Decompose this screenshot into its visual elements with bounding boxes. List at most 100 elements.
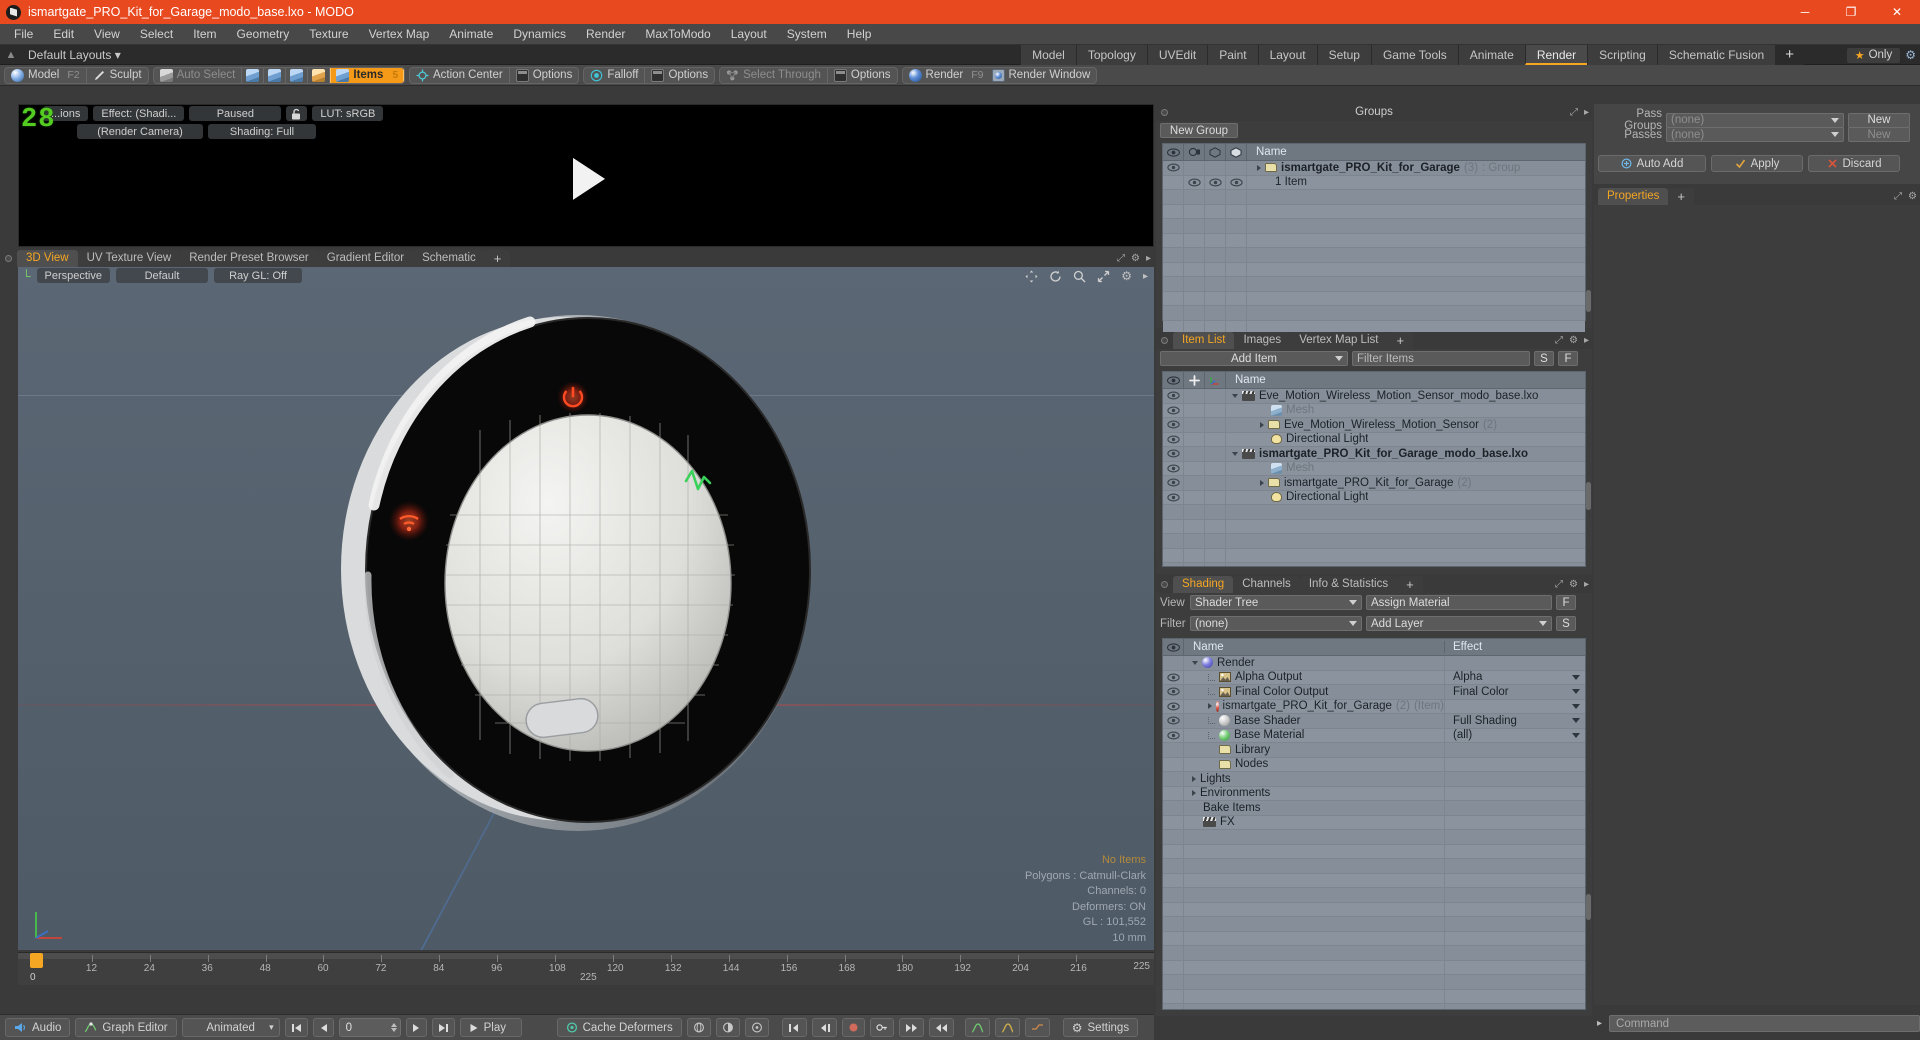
shading-scrollbar[interactable]: [1586, 894, 1591, 920]
shader-effect-cell[interactable]: Alpha: [1444, 670, 1585, 684]
shader-visibility-toggle[interactable]: [1163, 699, 1184, 713]
expand-triangle-icon[interactable]: [1257, 164, 1261, 171]
shader-effect-cell[interactable]: [1444, 699, 1585, 713]
item-transform-toggle[interactable]: [1205, 476, 1226, 490]
shader-visibility-toggle[interactable]: [1163, 685, 1184, 699]
menu-item-help[interactable]: Help: [837, 24, 882, 45]
item-list-row[interactable]: Eve_Motion_Wireless_Motion_Sensor_modo_b…: [1163, 389, 1585, 404]
chevron-right-icon[interactable]: ▸: [1143, 271, 1148, 282]
chevron-right-icon[interactable]: ▸: [1584, 579, 1589, 590]
expand-icon[interactable]: ⤢: [1894, 191, 1902, 202]
default-layouts-menu[interactable]: Default Layouts ▾: [22, 48, 127, 62]
shader-effect-cell[interactable]: [1444, 786, 1585, 800]
shader-effect-cell[interactable]: [1444, 815, 1585, 829]
menu-item-render[interactable]: Render: [576, 24, 635, 45]
frame-spinner[interactable]: [390, 1023, 397, 1032]
auto-add-button[interactable]: Auto Add: [1598, 155, 1706, 172]
add-layout-tab-button[interactable]: +: [1775, 45, 1804, 65]
add-layer-dropdown[interactable]: Add Layer: [1366, 616, 1552, 631]
go-to-start-button[interactable]: [284, 1018, 308, 1037]
shader-visibility-toggle[interactable]: [1163, 743, 1184, 757]
menu-item-layout[interactable]: Layout: [721, 24, 777, 45]
action-center-button[interactable]: Action Center: [410, 68, 509, 83]
groups-row[interactable]: 1 Item: [1163, 175, 1585, 190]
item-transform-toggle[interactable]: [1205, 418, 1226, 432]
groups-cell-toggle[interactable]: [1184, 161, 1205, 175]
viewport-corner-icon[interactable]: └: [22, 270, 31, 282]
groups-cell-toggle[interactable]: [1205, 161, 1226, 175]
item-transform-toggle[interactable]: [1205, 447, 1226, 461]
curve-flat-button[interactable]: [1024, 1018, 1050, 1037]
expand-icon[interactable]: ⤢: [1570, 107, 1578, 118]
preview-paused-button[interactable]: Paused: [189, 106, 282, 121]
layout-tab-render[interactable]: Render: [1524, 45, 1588, 65]
effect-dropdown-arrow[interactable]: [1572, 718, 1580, 724]
gear-icon[interactable]: ⚙: [1121, 269, 1132, 283]
menu-item-select[interactable]: Select: [130, 24, 183, 45]
shader-tree-row[interactable]: Base Shader Full Shading: [1163, 714, 1585, 729]
item-visibility-toggle[interactable]: [1163, 476, 1184, 490]
curve-edit-button[interactable]: [994, 1018, 1020, 1037]
item-lock-toggle[interactable]: [1184, 432, 1205, 446]
groups-panel-dot[interactable]: [1161, 109, 1168, 116]
item-list-scrollbar[interactable]: [1586, 482, 1591, 510]
go-to-end-button[interactable]: [431, 1018, 455, 1037]
current-frame-field[interactable]: 0: [338, 1018, 401, 1037]
filter-items-input[interactable]: Filter Items: [1352, 351, 1530, 366]
item-list-row[interactable]: Mesh: [1163, 461, 1585, 476]
item-visibility-toggle[interactable]: [1163, 447, 1184, 461]
item-lock-toggle[interactable]: [1184, 389, 1205, 403]
model-mode-button[interactable]: Model F2: [5, 68, 86, 83]
eye-icon[interactable]: [1166, 391, 1180, 400]
layout-tab-game-tools[interactable]: Game Tools: [1370, 45, 1458, 65]
item-list-tab-item-list[interactable]: Item List: [1173, 332, 1235, 349]
render-button[interactable]: Render F9: [903, 68, 990, 83]
step-back-button[interactable]: [312, 1018, 334, 1037]
viewport-tab--[interactable]: +: [484, 250, 511, 267]
command-chevron-icon[interactable]: ▸: [1594, 1018, 1605, 1029]
item-list-row[interactable]: ismartgate_PRO_Kit_for_Garage_modo_base.…: [1163, 447, 1585, 462]
expand-triangle-icon[interactable]: [1260, 479, 1264, 486]
key-prev-button[interactable]: [781, 1018, 807, 1037]
action-center-options-button[interactable]: Options: [508, 67, 579, 83]
item-lock-toggle[interactable]: [1184, 476, 1205, 490]
shader-visibility-toggle[interactable]: [1163, 728, 1184, 742]
shader-visibility-toggle[interactable]: [1163, 786, 1184, 800]
shader-tree-row[interactable]: Library: [1163, 743, 1585, 758]
effect-dropdown-arrow[interactable]: [1572, 703, 1580, 709]
shader-tree-row[interactable]: Base Material (all): [1163, 728, 1585, 743]
layout-tab-topology[interactable]: Topology: [1075, 45, 1147, 65]
sculpt-mode-button[interactable]: Sculpt: [85, 67, 148, 83]
polygons-mode-button[interactable]: [285, 67, 307, 83]
step-forward-button[interactable]: [405, 1018, 427, 1037]
eye-icon[interactable]: [1166, 731, 1180, 740]
layout-tab-uvedit[interactable]: UVEdit: [1146, 45, 1208, 65]
materials-mode-button[interactable]: [307, 67, 329, 83]
maximize-button[interactable]: ❐: [1828, 0, 1874, 24]
audio-button[interactable]: Audio: [5, 1018, 71, 1037]
vertices-mode-button[interactable]: [241, 67, 263, 83]
eye-icon[interactable]: [1187, 178, 1201, 187]
collapse-triangle-icon[interactable]: [1232, 451, 1238, 456]
item-visibility-toggle[interactable]: [1163, 432, 1184, 446]
apply-button[interactable]: Apply: [1711, 155, 1803, 172]
menu-item-geometry[interactable]: Geometry: [227, 24, 300, 45]
item-list-row[interactable]: Mesh: [1163, 403, 1585, 418]
item-lock-toggle[interactable]: [1184, 418, 1205, 432]
shader-visibility-toggle[interactable]: [1163, 656, 1184, 670]
shading-tab-info-statistics[interactable]: Info & Statistics: [1299, 576, 1398, 593]
item-transform-toggle[interactable]: [1205, 389, 1226, 403]
settings-button[interactable]: ⚙ Settings: [1062, 1018, 1139, 1037]
item-list-f-button[interactable]: F: [1558, 351, 1578, 366]
eye-icon[interactable]: [1166, 702, 1180, 711]
autokey-button[interactable]: [869, 1018, 894, 1037]
chevron-right-icon[interactable]: ▸: [1584, 107, 1589, 118]
eye-icon[interactable]: [1166, 420, 1180, 429]
shading-tab-channels[interactable]: Channels: [1233, 576, 1300, 593]
item-transform-toggle[interactable]: [1205, 432, 1226, 446]
eye-icon[interactable]: [1166, 493, 1180, 502]
item-transform-toggle[interactable]: [1205, 490, 1226, 504]
groups-cell-toggle[interactable]: [1184, 175, 1205, 189]
new-pass-button[interactable]: New: [1848, 127, 1910, 142]
eye-icon[interactable]: [1166, 716, 1180, 725]
